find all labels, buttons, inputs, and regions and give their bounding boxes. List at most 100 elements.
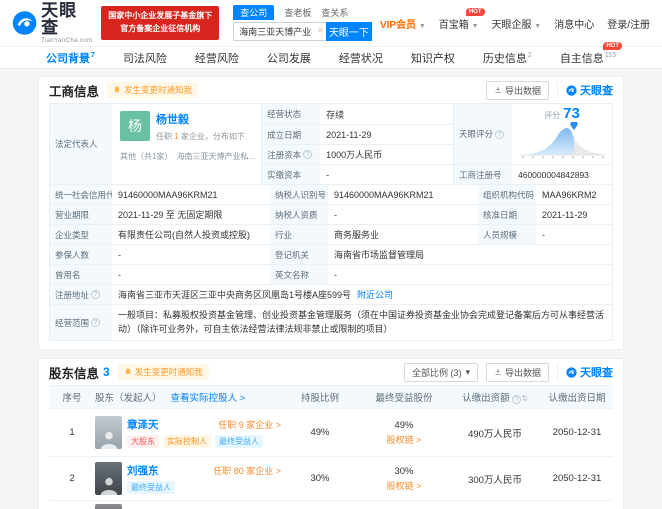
tag-major-shareholder: 大股东 [127, 435, 159, 448]
nearby-companies-link[interactable]: 附近公司 [357, 288, 393, 301]
score-distribution-chart [516, 122, 608, 160]
search-tab-relation[interactable]: 查关系 [321, 5, 348, 20]
shareholder-name-link[interactable]: 刘强东 [127, 463, 159, 478]
tab-company-development[interactable]: 公司发展 [267, 50, 311, 66]
info-icon: ? [512, 395, 521, 404]
info-icon: ? [303, 150, 312, 159]
field-label: 纳税人资质 [270, 205, 328, 224]
section-title-shareholders: 股东信息 [49, 363, 99, 382]
legal-rep-name-link[interactable]: 杨世毅 [156, 111, 245, 127]
tianyancha-score[interactable]: 评分73 [512, 104, 612, 164]
field-value: 2021-11-29 [536, 205, 612, 224]
enterprise-service-link[interactable]: 天眼企服 ▼ [492, 16, 542, 31]
sort-icon[interactable]: ⇅ [521, 394, 528, 403]
field-value: - [112, 245, 270, 264]
field-value: - [320, 165, 453, 184]
legal-rep-avatar: 杨 [120, 111, 150, 141]
field-value: 海南省市场监督管理局 [328, 245, 612, 264]
vip-member-link[interactable]: VIP会员 ▼ [380, 16, 426, 31]
row-number: 1 [49, 427, 95, 438]
tab-company-background[interactable]: 公司背景7 [46, 50, 95, 66]
field-value: - [328, 265, 612, 284]
message-center-link[interactable]: 消息中心 [554, 16, 594, 31]
shareholders-card: 股东信息 3 发生变更时通知我 全部比例 (3)▾ 导出数据 天眼查 [38, 358, 624, 509]
search-tab-company[interactable]: 查公司 [233, 5, 274, 20]
shareholder-photo [95, 504, 122, 509]
tab-operation-risk[interactable]: 经营风险 [195, 50, 239, 66]
notify-on-change-badge[interactable]: 发生变更时通知我 [107, 82, 198, 98]
top-header: 天眼查 TianYanCha.com 国家中小企业发展子基金旗下 官方备案企业征… [0, 0, 662, 46]
field-label: 注册地址? [50, 285, 112, 304]
ratio-filter-dropdown[interactable]: 全部比例 (3)▾ [404, 363, 478, 382]
field-value: 存续 [320, 104, 453, 124]
benefit-share-cell: 30%股权链 > [359, 466, 449, 492]
login-register-link[interactable]: 登录/注册 [607, 16, 650, 31]
employment-link[interactable]: 任职 80 家企业 > [213, 464, 281, 477]
field-label: 英文名称 [270, 265, 328, 284]
score-marker-pin [570, 122, 577, 130]
field-label: 营业期限 [50, 205, 112, 224]
tab-history-info[interactable]: 历史信息2 [483, 50, 532, 66]
field-label: 经营状态 [262, 104, 320, 124]
field-value: 2021-11-29 至 无固定期限 [112, 205, 270, 224]
business-info-table: 法定代表人 杨 杨世毅 任职 1 家企业，分布如下 [49, 103, 613, 341]
shareholder-photo [95, 462, 122, 495]
download-icon [494, 368, 502, 376]
search-input[interactable] [233, 22, 326, 41]
business-scope: 一般项目：私募股权投资基金管理、创业投资基金管理服务（须在中国证券投资基金业协会… [112, 305, 612, 340]
legal-rep-company-link[interactable]: 海南三亚天博产业私... [176, 151, 255, 162]
view-actual-controller-link[interactable]: 查看实际控股人 > [171, 390, 246, 404]
score-label: 天眼评分? [454, 104, 512, 164]
field-value: 91460000MAA96KRM21 [112, 185, 270, 204]
notify-on-change-badge[interactable]: 发生变更时通知我 [118, 364, 209, 380]
shareholding-ratio: 30% [281, 473, 359, 484]
equity-chain-link[interactable]: 股权链 > [359, 479, 449, 492]
shareholder-row: 3 李瑞玉任职 6 家企业 > 21% 21%股权链 > 210万人民币 205… [49, 500, 613, 509]
field-label: 核准日期 [478, 205, 536, 224]
company-tab-nav: 公司背景7 司法风险 经营风险 公司发展 经营状况 知识产权 历史信息2 自主信… [0, 46, 662, 69]
shareholder-name-link[interactable]: 章泽天 [127, 417, 159, 432]
field-value: 460000004842893 [512, 165, 612, 184]
employment-link[interactable]: 任职 9 家企业 > [218, 418, 281, 431]
search-button[interactable]: 天眼一下 [326, 22, 372, 41]
legal-rep-label: 法定代表人 [50, 104, 112, 184]
info-icon: ? [495, 130, 504, 139]
tab-self-info[interactable]: 自主信息113HOT [560, 50, 616, 66]
legal-rep-cell: 杨 杨世毅 任职 1 家企业，分布如下 其他（共1家 [112, 104, 262, 184]
toolbox-link[interactable]: HOT百宝箱 ▼ [439, 16, 479, 31]
logo-subtext: TianYanCha.com [41, 38, 93, 44]
field-value: 商务服务业 [328, 225, 478, 244]
tab-operation-status[interactable]: 经营状况 [339, 50, 383, 66]
export-data-button[interactable]: 导出数据 [486, 81, 549, 100]
business-info-card: 工商信息 发生变更时通知我 导出数据 天眼查 [38, 76, 624, 350]
subscribed-date: 2050-12-31 [541, 427, 613, 438]
field-label: 行业 [270, 225, 328, 244]
search-tab-boss[interactable]: 查老板 [284, 5, 311, 20]
shareholders-table: 序号 股东（发起人）查看实际控股人 > 持股比例 最终受益股份 认缴出资额 ?⇅… [49, 385, 613, 509]
field-value: 91460000MAA96KRM21 [328, 185, 478, 204]
legal-rep-other-label: 其他（共1家） [120, 151, 172, 162]
export-data-button[interactable]: 导出数据 [486, 363, 549, 382]
field-value: - [328, 205, 478, 224]
tag-ultimate-beneficiary: 最终受益人 [127, 481, 175, 494]
eye-logo-icon [566, 85, 577, 96]
tab-intellectual-property[interactable]: 知识产权 [411, 50, 455, 66]
info-icon: ? [91, 318, 100, 327]
clear-search-icon[interactable]: × [318, 25, 323, 37]
chevron-down-icon: ▾ [465, 367, 470, 378]
subscribed-date: 2050-12-31 [541, 473, 613, 484]
field-value: - [112, 265, 270, 284]
row-number: 2 [49, 473, 95, 484]
tab-judicial-risk[interactable]: 司法风险 [123, 50, 167, 66]
field-label: 工商注册号 [454, 165, 512, 184]
field-value: 1000万人民币 [320, 145, 453, 164]
equity-chain-link[interactable]: 股权链 > [359, 433, 449, 446]
tianyancha-watermark: 天眼查 [557, 364, 613, 380]
field-label: 注册资本? [262, 145, 320, 164]
shareholders-count: 3 [103, 365, 110, 379]
field-label: 纳税人识别号? [270, 185, 328, 204]
field-label: 人员规模 [478, 225, 536, 244]
field-value: - [536, 225, 612, 244]
benefit-share-cell: 49%股权链 > [359, 420, 449, 446]
tianyancha-logo[interactable]: 天眼查 TianYanCha.com [12, 2, 93, 44]
